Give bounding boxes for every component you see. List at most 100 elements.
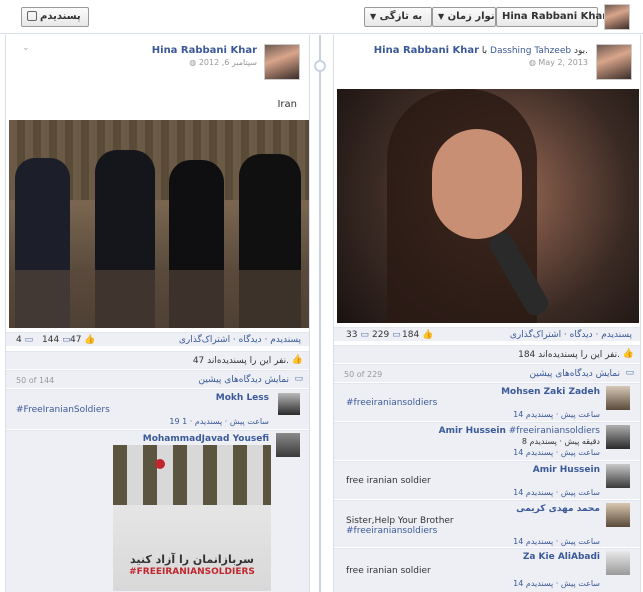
profile-avatar[interactable] [604, 4, 630, 30]
author-avatar[interactable] [596, 44, 632, 80]
post-date[interactable]: ◍ May 2, 2013 [529, 58, 588, 67]
commenter-name[interactable]: Mokh Less [216, 393, 269, 403]
shares-count[interactable]: 4 ▭ [16, 335, 33, 345]
author-name[interactable]: Hina Rabbani Khar [152, 45, 257, 56]
comment-meta[interactable]: 14 ساعت پیش · پسندیدم [513, 537, 600, 546]
share-icon: ▭ [360, 330, 369, 340]
comment-item: Za Kie AliAbadi free iranian soldier 14 … [334, 548, 640, 592]
chevron-down-icon: ▼ [370, 12, 377, 21]
commenter-name[interactable]: Amir Hussein [533, 465, 600, 475]
comment-item: محمد مهدی کریمی Sister,Help Your Brother… [334, 500, 640, 547]
comment-text[interactable]: #FreeIranianSoldiers [16, 405, 110, 415]
globe-icon: ◍ [189, 58, 199, 67]
comment-item: Amir Hussein free iranian soldier 14 ساع… [334, 461, 640, 499]
comment-bubble-icon: ▭ [625, 368, 634, 378]
view-previous-comments-link[interactable]: نمایش دیدگاه‌های پیشین [530, 369, 620, 379]
timeline-dropdown[interactable]: ▼ نوار زمان [432, 7, 496, 27]
likes-text[interactable]: 47 نفر این را پسندیده‌اند. [193, 356, 289, 366]
comment-text[interactable]: #freeiraniansoldiers [509, 426, 600, 436]
commenter-avatar[interactable] [276, 433, 300, 457]
commenter-name[interactable]: Mohsen Zaki Zadeh [501, 387, 600, 397]
thumbs-up-icon: 👍 [84, 335, 96, 345]
view-previous-comments-link[interactable]: نمایش دیدگاه‌های پیشین [199, 375, 289, 385]
post-actions[interactable]: پسندیدم · دیدگاه · اشتراک‌گذاری [179, 335, 301, 345]
comment-meta-edit[interactable]: 8 دقیقه پیش · پسندیدم [522, 437, 600, 446]
recent-dropdown[interactable]: ▼ به تازگی [364, 7, 432, 27]
profile-name-button[interactable]: Hina Rabbani Khar [496, 7, 607, 27]
comment-bubble-icon: ▭ [294, 374, 303, 384]
likes-row: 47 نفر این را پسندیده‌اند. 👍 [6, 351, 309, 369]
comment-text: Sister,Help Your Brother [346, 516, 454, 526]
author-name[interactable]: Hina Rabbani Khar [374, 45, 479, 56]
shares-count-number: 33 [346, 330, 358, 340]
likes-count[interactable]: 184 👍 [402, 330, 433, 340]
likes-text[interactable]: 184 نفر این را پسندیده‌اند. [518, 350, 620, 360]
post-header: Hina Rabbani Khar با Dasshing Tahzeeb بو… [374, 45, 588, 56]
poster-text-fa: سربازانمان را آزاد کنید [130, 553, 254, 566]
comment-icon: ▭ [62, 335, 71, 345]
comment-meta[interactable]: 19 ساعت پیش · پسندیدم · 1 [169, 417, 269, 426]
with-text: با [481, 46, 488, 56]
comments-count-number: 144 [42, 335, 60, 345]
author-avatar[interactable] [264, 44, 300, 80]
likes-count-number: 47 [70, 335, 82, 345]
tagged-person[interactable]: Dasshing Tahzeeb [490, 46, 571, 56]
commenter-avatar[interactable] [606, 503, 630, 527]
post-options-chevron-icon[interactable]: ⌄ [22, 43, 30, 53]
timeline-spine [319, 35, 321, 592]
post-actions-bar: پسندیدم · دیدگاه · اشتراک‌گذاری 184 👍 22… [334, 327, 640, 341]
soldier-boots [113, 445, 271, 505]
shares-count[interactable]: 33 ▭ [346, 330, 369, 340]
rose-icon [155, 459, 165, 469]
commenter-avatar[interactable] [606, 551, 630, 575]
post-photo[interactable] [9, 120, 309, 328]
comment-meta[interactable]: 14 ساعت پیش · پسندیدم [513, 448, 600, 457]
post-date[interactable]: ◍ سپتامبر 6, 2012 [189, 58, 257, 67]
likes-count[interactable]: 47 👍 [70, 335, 96, 345]
commenter-name[interactable]: Za Kie AliAbadi [523, 552, 600, 562]
comments-count-number: 229 [372, 330, 390, 340]
commenter-name[interactable]: MohammadJavad Yousefi [143, 434, 269, 444]
left-post: ⌄ Hina Rabbani Khar ◍ سپتامبر 6, 2012 Ir… [5, 35, 310, 592]
comment-text: free iranian soldier [346, 476, 431, 486]
comment-item: Mohsen Zaki Zadeh #freeiraniansoldiers 1… [334, 383, 640, 421]
comment-hashtag[interactable]: #freeiraniansoldiers [346, 526, 437, 536]
comment-text[interactable]: #freeiraniansoldiers [346, 398, 437, 408]
thumbs-up-icon: 👍 [291, 355, 303, 365]
timeline-header: پسندیدم ▼ به تازگی ▼ نوار زمان Hina Rabb… [0, 0, 643, 34]
poster-text-en: #FREEIRANIANSOLDIERS [129, 567, 255, 577]
comment-meta[interactable]: 14 ساعت پیش · پسندیدم [513, 579, 600, 588]
comments-range: 50 of 229 [344, 370, 383, 379]
comment-item: MohammadJavad Yousefi سربازانمان را آزاد… [6, 430, 309, 592]
commenter-name[interactable]: Amir Hussein [439, 426, 506, 436]
share-icon: ▭ [24, 335, 34, 345]
commenter-avatar[interactable] [606, 425, 630, 449]
comment-item: Mokh Less #FreeIranianSoldiers 19 ساعت پ… [6, 389, 309, 429]
post-caption: Iran [277, 99, 297, 110]
globe-icon: ◍ [528, 58, 539, 67]
post-actions[interactable]: پسندیدم · دیدگاه · اشتراک‌گذاری [510, 330, 632, 340]
commenter-avatar[interactable] [606, 464, 630, 488]
comment-text: free iranian soldier [346, 566, 431, 576]
post-date-text: May 2, 2013 [538, 58, 588, 67]
likes-row: 184 نفر این را پسندیده‌اند. 👍 [334, 345, 640, 363]
commenter-avatar[interactable] [606, 386, 630, 410]
right-post: Hina Rabbani Khar با Dasshing Tahzeeb بو… [333, 35, 641, 592]
comment-meta[interactable]: 14 ساعت پیش · پسندیدم [513, 410, 600, 419]
like-page-button[interactable]: پسندیدم [21, 7, 89, 27]
couch [9, 270, 309, 328]
comment-meta[interactable]: 14 ساعت پیش · پسندیدم [513, 488, 600, 497]
thumbs-up-icon [27, 11, 37, 21]
comments-count[interactable]: 144 ▭ [42, 335, 71, 345]
with-suffix: بود. [573, 46, 588, 56]
comment-poster-image[interactable]: سربازانمان را آزاد کنید #FREEIRANIANSOLD… [113, 445, 271, 591]
commenter-avatar[interactable] [278, 393, 300, 415]
comments-count[interactable]: 229 ▭ [372, 330, 401, 340]
post-photo[interactable] [337, 89, 639, 323]
view-comments-row: نمایش دیدگاه‌های پیشین ▭ 50 of 144 [6, 370, 309, 388]
timeline-dot [314, 60, 326, 72]
commenter-name[interactable]: محمد مهدی کریمی [516, 504, 600, 514]
post-actions-bar: پسندیدم · دیدگاه · اشتراک‌گذاری 47 👍 144… [6, 332, 309, 346]
post-date-text: سپتامبر 6, 2012 [198, 58, 257, 67]
comments-range: 50 of 144 [16, 376, 55, 385]
